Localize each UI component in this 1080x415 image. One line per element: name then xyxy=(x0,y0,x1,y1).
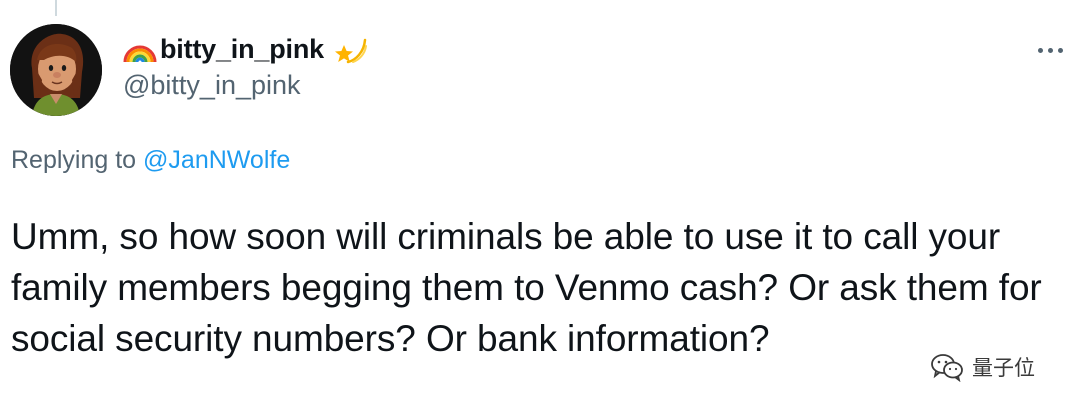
shooting-star-icon xyxy=(334,38,367,64)
watermark: 量子位 xyxy=(930,350,1035,384)
user-handle[interactable]: @bitty_in_pink xyxy=(123,70,301,101)
replying-to-label: Replying to xyxy=(11,146,144,174)
dot-icon xyxy=(1048,47,1053,53)
avatar[interactable] xyxy=(10,24,102,116)
replying-to-line: Replying to @JanNWolfe xyxy=(11,146,290,175)
dot-icon xyxy=(1058,47,1063,53)
avatar-image xyxy=(10,24,102,116)
watermark-text: 量子位 xyxy=(972,356,1035,380)
tweet-card: bitty_in_pink @bitty_in_pink Replying to… xyxy=(0,0,1080,415)
tweet-text: Umm, so how soon will criminals be able … xyxy=(11,216,1042,359)
rainbow-icon xyxy=(123,45,157,63)
thread-connector-line xyxy=(55,0,57,16)
dot-icon xyxy=(1038,47,1043,53)
display-name[interactable]: bitty_in_pink xyxy=(122,30,368,68)
replying-to-mention-link[interactable]: @JanNWolfe xyxy=(143,146,290,174)
wechat-icon xyxy=(931,354,963,382)
display-name-text: bitty_in_pink xyxy=(160,33,324,64)
more-options-button[interactable] xyxy=(1038,36,1080,64)
